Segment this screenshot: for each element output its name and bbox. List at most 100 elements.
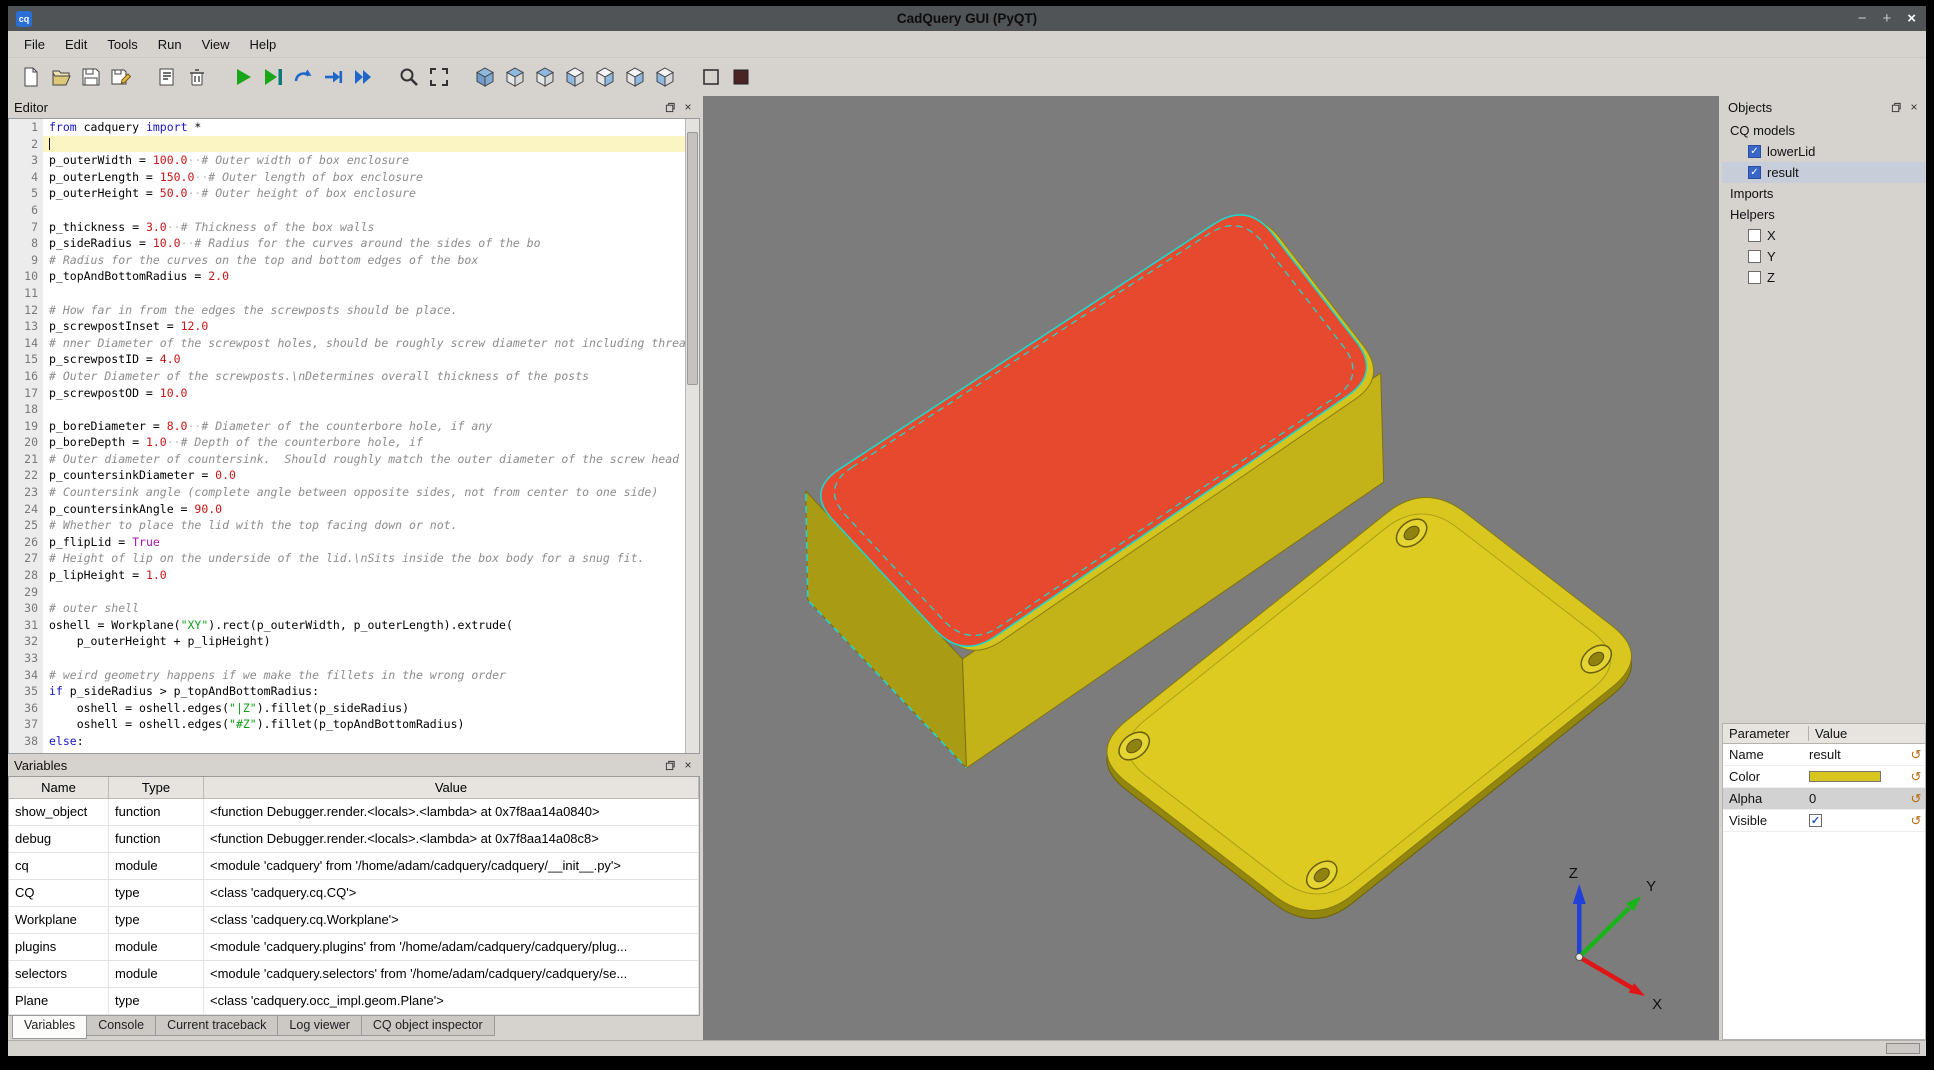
- code-line[interactable]: p_outerHeight = 50.0··# Outer height of …: [43, 185, 685, 202]
- code-line[interactable]: # How far in from the edges the screwpos…: [43, 302, 685, 319]
- reset-icon[interactable]: ↺: [1907, 813, 1925, 829]
- tree-item-imports[interactable]: Imports: [1722, 183, 1926, 204]
- tree-item-helpers[interactable]: Helpers: [1722, 204, 1926, 225]
- maximize-button[interactable]: +: [1882, 10, 1891, 27]
- code-line[interactable]: # Outer Diameter of the screwposts.\nDet…: [43, 368, 685, 385]
- tree-item-x[interactable]: X: [1722, 225, 1926, 246]
- code-line[interactable]: if p_sideRadius > p_topAndBottomRadius:: [43, 683, 685, 700]
- menu-edit[interactable]: Edit: [55, 33, 97, 56]
- code-line[interactable]: p_boreDiameter = 8.0··# Diameter of the …: [43, 418, 685, 435]
- view-bottom-button[interactable]: [530, 62, 560, 92]
- variables-float-button[interactable]: [662, 757, 678, 773]
- save-as-button[interactable]: [106, 62, 136, 92]
- variables-row-show_object[interactable]: show_objectfunction<function Debugger.re…: [9, 799, 699, 826]
- close-button[interactable]: ×: [1907, 10, 1916, 27]
- zoom-to-fit-button[interactable]: [394, 62, 424, 92]
- code-line[interactable]: p_outerWidth = 100.0··# Outer width of b…: [43, 152, 685, 169]
- save-file-button[interactable]: [76, 62, 106, 92]
- variables-column-header[interactable]: Type: [109, 777, 204, 799]
- code-line[interactable]: p_outerLength = 150.0··# Outer length of…: [43, 169, 685, 186]
- view-top-button[interactable]: [500, 62, 530, 92]
- menu-tools[interactable]: Tools: [97, 33, 147, 56]
- open-file-button[interactable]: [46, 62, 76, 92]
- menu-file[interactable]: File: [14, 33, 55, 56]
- code-line[interactable]: else:: [43, 733, 685, 750]
- menu-run[interactable]: Run: [148, 33, 192, 56]
- variables-row-plugins[interactable]: pluginsmodule<module 'cadquery.plugins' …: [9, 934, 699, 961]
- code-line[interactable]: p_thickness = 3.0··# Thickness of the bo…: [43, 219, 685, 236]
- code-line[interactable]: oshell = oshell.edges("#Z").fillet(p_top…: [43, 716, 685, 733]
- code-line[interactable]: # weird geometry happens if we make the …: [43, 667, 685, 684]
- color-swatch[interactable]: [1809, 771, 1881, 782]
- param-row-visible[interactable]: Visible✓↺: [1723, 810, 1925, 832]
- code-editor[interactable]: 1234567891011121314151617181920212223242…: [8, 118, 700, 754]
- code-line[interactable]: p_topAndBottomRadius = 2.0: [43, 268, 685, 285]
- step-into-button[interactable]: [318, 62, 348, 92]
- delete-button[interactable]: [182, 62, 212, 92]
- code-line[interactable]: # outer shell: [43, 600, 685, 617]
- continue-button[interactable]: [348, 62, 378, 92]
- editor-scrollbar[interactable]: [685, 119, 699, 753]
- code-line[interactable]: [43, 136, 685, 153]
- result-checkbox[interactable]: ✓: [1748, 166, 1761, 179]
- tab-variables[interactable]: Variables: [12, 1016, 87, 1039]
- view-iso-button[interactable]: [470, 62, 500, 92]
- param-row-color[interactable]: Color↺: [1723, 766, 1925, 788]
- view-back-button[interactable]: [650, 62, 680, 92]
- objects-close-button[interactable]: ×: [1906, 99, 1922, 115]
- code-line[interactable]: p_countersinkAngle = 90.0: [43, 501, 685, 518]
- code-line[interactable]: [43, 401, 685, 418]
- code-line[interactable]: from cadquery import *: [43, 119, 685, 136]
- tree-item-result[interactable]: ✓result: [1722, 162, 1926, 183]
- code-line[interactable]: p_flipLid = True: [43, 534, 685, 551]
- code-line[interactable]: # Countersink angle (complete angle betw…: [43, 484, 685, 501]
- code-line[interactable]: # Whether to place the lid with the top …: [43, 517, 685, 534]
- variables-column-header[interactable]: Name: [9, 777, 109, 799]
- view-left-button[interactable]: [560, 62, 590, 92]
- y-checkbox[interactable]: [1748, 250, 1761, 263]
- code-line[interactable]: p_lipHeight = 1.0: [43, 567, 685, 584]
- code-line[interactable]: p_screwpostInset = 12.0: [43, 318, 685, 335]
- tab-log-viewer[interactable]: Log viewer: [277, 1016, 361, 1036]
- editor-close-button[interactable]: ×: [680, 99, 696, 115]
- variables-row-cq[interactable]: cqmodule<module 'cadquery' from '/home/a…: [9, 853, 699, 880]
- code-line[interactable]: [43, 285, 685, 302]
- new-file-button[interactable]: [16, 62, 46, 92]
- toggle-comment-button[interactable]: [152, 62, 182, 92]
- view-front-button[interactable]: [620, 62, 650, 92]
- code-line[interactable]: oshell = oshell.edges("#Z").fillet(p_top…: [43, 750, 685, 753]
- lowerlid-checkbox[interactable]: ✓: [1748, 145, 1761, 158]
- code-line[interactable]: p_countersinkDiameter = 0.0: [43, 467, 685, 484]
- reset-icon[interactable]: ↺: [1907, 791, 1925, 807]
- code-line[interactable]: oshell = Workplane("XY").rect(p_outerWid…: [43, 617, 685, 634]
- code-line[interactable]: # Height of lip on the underside of the …: [43, 550, 685, 567]
- param-row-alpha[interactable]: Alpha0↺: [1723, 788, 1925, 810]
- param-row-name[interactable]: Nameresult↺: [1723, 744, 1925, 766]
- code-line[interactable]: p_screwpostID = 4.0: [43, 351, 685, 368]
- tab-cq-object-inspector[interactable]: CQ object inspector: [361, 1016, 495, 1036]
- code-line[interactable]: # Radius for the curves on the top and b…: [43, 252, 685, 269]
- render-button[interactable]: [228, 62, 258, 92]
- tab-console[interactable]: Console: [86, 1016, 156, 1036]
- menu-view[interactable]: View: [192, 33, 240, 56]
- code-area[interactable]: from cadquery import * p_outerWidth = 100…: [43, 119, 685, 753]
- menu-help[interactable]: Help: [240, 33, 287, 56]
- step-over-button[interactable]: [288, 62, 318, 92]
- editor-float-button[interactable]: [662, 99, 678, 115]
- variables-row-cq[interactable]: CQtype<class 'cadquery.cq.CQ'>: [9, 880, 699, 907]
- minimize-button[interactable]: −: [1858, 10, 1867, 27]
- 3d-scene[interactable]: Z Y X: [703, 96, 1719, 1040]
- tree-item-lowerlid[interactable]: ✓lowerLid: [1722, 141, 1926, 162]
- code-line[interactable]: p_outerHeight + p_lipHeight): [43, 633, 685, 650]
- code-line[interactable]: # nner Diameter of the screwpost holes, …: [43, 335, 685, 352]
- view-right-button[interactable]: [590, 62, 620, 92]
- code-line[interactable]: # Outer diameter of countersink. Should …: [43, 451, 685, 468]
- code-line[interactable]: [43, 650, 685, 667]
- code-line[interactable]: oshell = oshell.edges("|Z").fillet(p_sid…: [43, 700, 685, 717]
- editor-scrollbar-thumb[interactable]: [687, 132, 698, 386]
- variables-row-plane[interactable]: Planetype<class 'cadquery.occ_impl.geom.…: [9, 988, 699, 1015]
- objects-float-button[interactable]: [1888, 99, 1904, 115]
- 3d-viewport[interactable]: Z Y X: [703, 96, 1719, 1040]
- code-line[interactable]: p_sideRadius = 10.0··# Radius for the cu…: [43, 235, 685, 252]
- tree-item-y[interactable]: Y: [1722, 246, 1926, 267]
